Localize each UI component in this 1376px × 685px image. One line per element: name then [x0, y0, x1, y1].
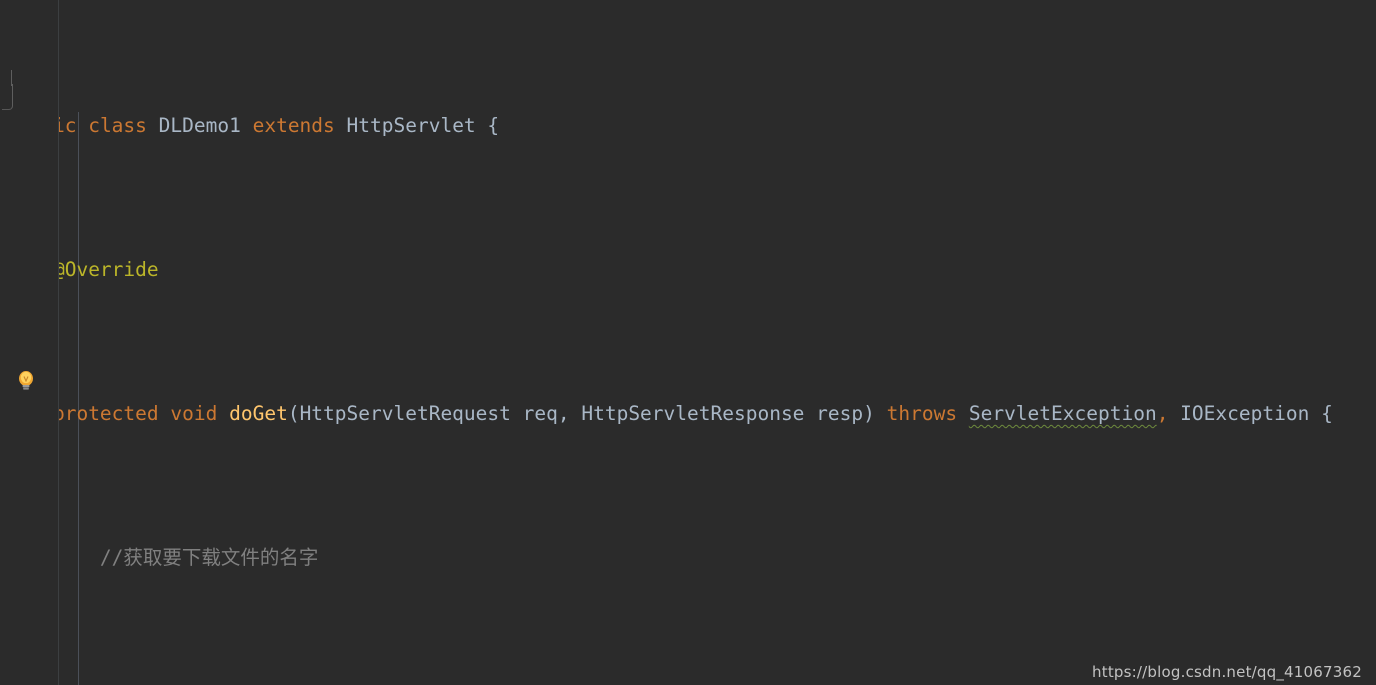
code-line-4[interactable]: //获取要下载文件的名字 — [0, 540, 1376, 576]
exception-comma: , — [1156, 402, 1181, 425]
open-brace: { — [1321, 402, 1333, 425]
keyword-void: void — [170, 402, 218, 425]
paren-open: ( — [287, 402, 300, 425]
annotation-override: @Override — [52, 258, 159, 281]
code-line-2[interactable]: @Override — [0, 252, 1376, 288]
code-line-1[interactable]: public class DLDemo1 extends HttpServlet… — [0, 108, 1376, 144]
code-editor[interactable]: public class DLDemo1 extends HttpServlet… — [0, 0, 1376, 685]
code-fold-marker-icon[interactable] — [2, 70, 13, 110]
exception-ioexception: IOException — [1180, 402, 1310, 425]
comment-get-filename: //获取要下载文件的名字 — [99, 546, 319, 569]
param-name-resp: resp — [816, 402, 864, 425]
code-line-3[interactable]: protected void doGet(HttpServletRequest … — [0, 396, 1376, 432]
keyword-extends: extends — [252, 114, 335, 137]
keyword-class: class — [88, 114, 147, 137]
keyword-protected: protected — [52, 402, 159, 425]
param-type-request: HttpServletRequest — [299, 402, 511, 425]
watermark-url: https://blog.csdn.net/qq_41067362 — [1092, 663, 1362, 681]
superclass-name: HttpServlet — [346, 114, 476, 137]
lightbulb-icon[interactable] — [16, 370, 36, 392]
class-name: DLDemo1 — [158, 114, 241, 137]
code-content[interactable]: public class DLDemo1 extends HttpServlet… — [0, 0, 1376, 685]
exception-servletexception: ServletException — [968, 402, 1157, 425]
keyword-throws: throws — [886, 402, 958, 425]
open-brace: { — [487, 114, 500, 137]
param-name-req: req — [522, 402, 558, 425]
param-type-response: HttpServletResponse — [581, 402, 805, 425]
param-comma: , — [557, 402, 582, 425]
paren-close: ) — [863, 402, 875, 425]
editor-gutter[interactable] — [0, 0, 59, 685]
method-name-doget: doGet — [229, 402, 288, 425]
